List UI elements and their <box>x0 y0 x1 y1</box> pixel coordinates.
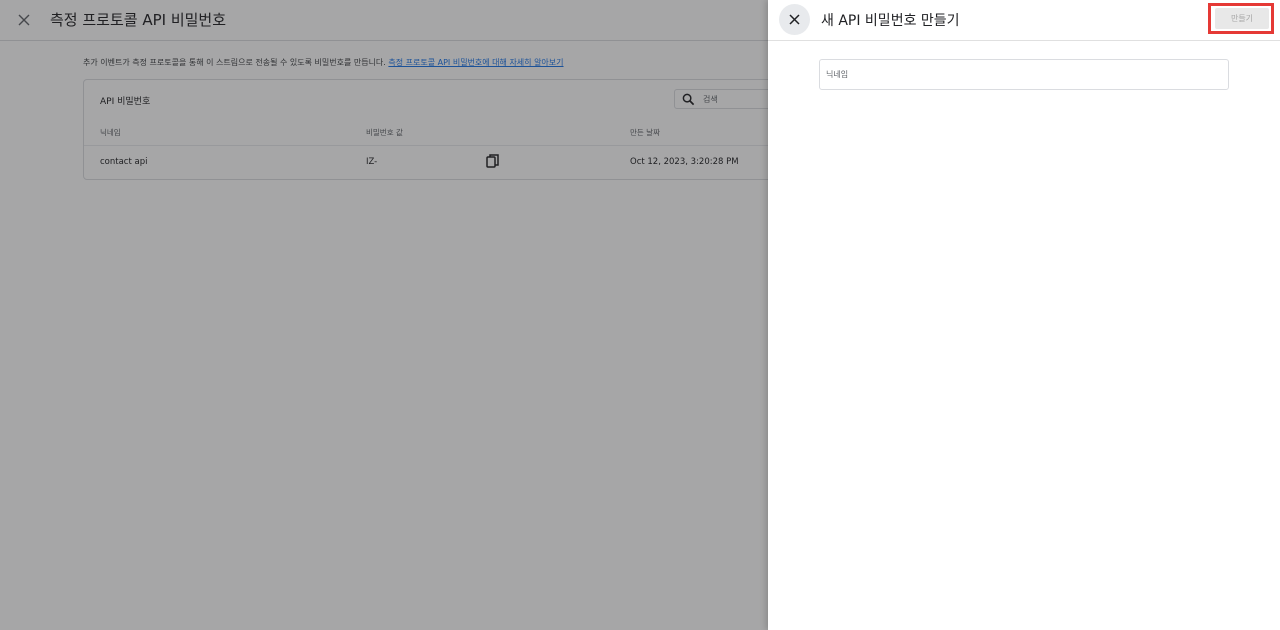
close-icon <box>789 14 800 25</box>
create-button[interactable]: 만들기 <box>1215 8 1269 29</box>
panel-title: 새 API 비밀번호 만들기 <box>821 13 960 29</box>
panel-header: 새 API 비밀번호 만들기 만들기 <box>768 0 1280 41</box>
nickname-input[interactable] <box>819 59 1229 90</box>
panel-close-button[interactable] <box>779 4 810 35</box>
create-secret-panel: 새 API 비밀번호 만들기 만들기 <box>768 0 1280 630</box>
